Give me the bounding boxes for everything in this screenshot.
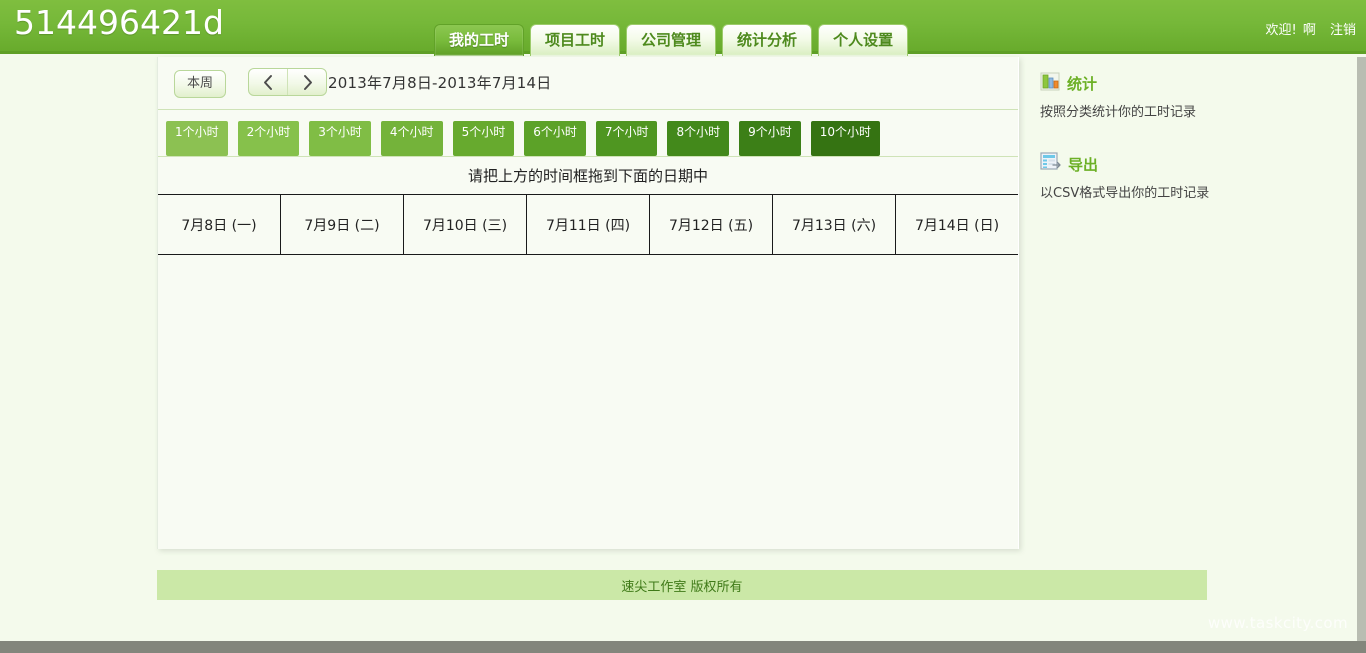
page-right-edge	[1357, 57, 1366, 641]
username-label: 啊	[1302, 23, 1316, 38]
sidebar-block-statistics: 统计 按照分类统计你的工时记录	[1040, 72, 1340, 122]
user-area: 欢迎! 啊 注销	[1265, 22, 1356, 40]
tab-statistics-analysis[interactable]: 统计分析	[722, 24, 813, 56]
sidebar-statistics-desc: 按照分类统计你的工时记录	[1040, 105, 1197, 120]
hour-chip-7[interactable]: 7个小时	[595, 121, 658, 156]
timesheet-drop-area[interactable]	[158, 255, 1018, 539]
logout-link[interactable]: 注销	[1330, 23, 1356, 38]
brand-title: 514496421d	[14, 3, 224, 42]
day-column-wed[interactable]: 7月10日 (三)	[404, 195, 527, 254]
week-arrow-group	[248, 68, 327, 96]
sidebar-block-export: 导出 以CSV格式导出你的工时记录	[1040, 152, 1340, 203]
drag-hint-row: 请把上方的时间框拖到下面的日期中	[158, 157, 1018, 195]
hour-chip-1[interactable]: 1个小时	[166, 121, 228, 156]
hour-chip-row: 1个小时 2个小时 3个小时 4个小时 5个小时 6个小时 7个小时 8个小时 …	[158, 110, 1018, 157]
hour-chip-4[interactable]: 4个小时	[380, 121, 443, 156]
bar-chart-icon	[1040, 72, 1060, 95]
hour-chip-6[interactable]: 6个小时	[524, 121, 586, 156]
main-content-panel: 本周 2013年7月8日-2013年7月14日 1个小时 2个小时 3个小时 4…	[157, 57, 1019, 549]
hour-chip-5[interactable]: 5个小时	[452, 121, 515, 156]
sidebar-export-title[interactable]: 导出	[1068, 154, 1098, 175]
top-header-bar: 514496421d 我的工时 项目工时 公司管理 统计分析 个人设置 欢迎! …	[0, 0, 1366, 56]
week-day-header-grid: 7月8日 (一) 7月9日 (二) 7月10日 (三) 7月11日 (四) 7月…	[158, 195, 1018, 255]
sidebar-statistics-head[interactable]: 统计	[1040, 72, 1340, 95]
day-column-mon[interactable]: 7月8日 (一)	[158, 195, 281, 254]
date-navigation-bar: 本周 2013年7月8日-2013年7月14日	[158, 57, 1018, 110]
chevron-right-icon	[301, 74, 314, 91]
hour-chip-8[interactable]: 8个小时	[667, 121, 730, 156]
hour-chip-9[interactable]: 9个小时	[739, 121, 801, 156]
this-week-button[interactable]: 本周	[174, 70, 227, 98]
sidebar-export-head[interactable]: 导出	[1040, 152, 1340, 176]
page-bottom-strip	[0, 641, 1366, 653]
chevron-left-icon	[262, 74, 275, 91]
tab-personal-settings[interactable]: 个人设置	[818, 24, 909, 56]
main-navigation: 我的工时 项目工时 公司管理 统计分析 个人设置	[434, 24, 909, 56]
site-watermark: www.taskcity.com	[1207, 614, 1348, 632]
sidebar-export-desc: 以CSV格式导出你的工时记录	[1040, 186, 1210, 201]
right-sidebar: 统计 按照分类统计你的工时记录 导出 以CSV格式导出你的工时记录	[1040, 72, 1340, 233]
tab-project-hours[interactable]: 项目工时	[530, 24, 621, 56]
welcome-label: 欢迎!	[1265, 23, 1297, 38]
hour-chip-3[interactable]: 3个小时	[309, 121, 371, 156]
drag-hint-label: 请把上方的时间框拖到下面的日期中	[467, 167, 708, 185]
sidebar-statistics-title[interactable]: 统计	[1067, 73, 1097, 94]
next-week-button[interactable]	[287, 69, 326, 95]
tab-my-hours[interactable]: 我的工时	[434, 24, 525, 56]
footer-bar: 速尖工作室 版权所有	[157, 570, 1207, 600]
day-column-sat[interactable]: 7月13日 (六)	[773, 195, 896, 254]
hour-chip-10[interactable]: 10个小时	[810, 121, 881, 156]
prev-week-button[interactable]	[249, 69, 287, 95]
day-column-tue[interactable]: 7月9日 (二)	[281, 195, 404, 254]
date-range-label: 2013年7月8日-2013年7月14日	[328, 74, 552, 92]
tab-company-management[interactable]: 公司管理	[626, 24, 717, 56]
day-column-thu[interactable]: 7月11日 (四)	[527, 195, 650, 254]
export-document-icon	[1040, 152, 1061, 176]
copyright-label: 速尖工作室 版权所有	[621, 579, 743, 595]
day-column-fri[interactable]: 7月12日 (五)	[650, 195, 773, 254]
day-column-sun[interactable]: 7月14日 (日)	[896, 195, 1018, 254]
hour-chip-2[interactable]: 2个小时	[237, 121, 300, 156]
